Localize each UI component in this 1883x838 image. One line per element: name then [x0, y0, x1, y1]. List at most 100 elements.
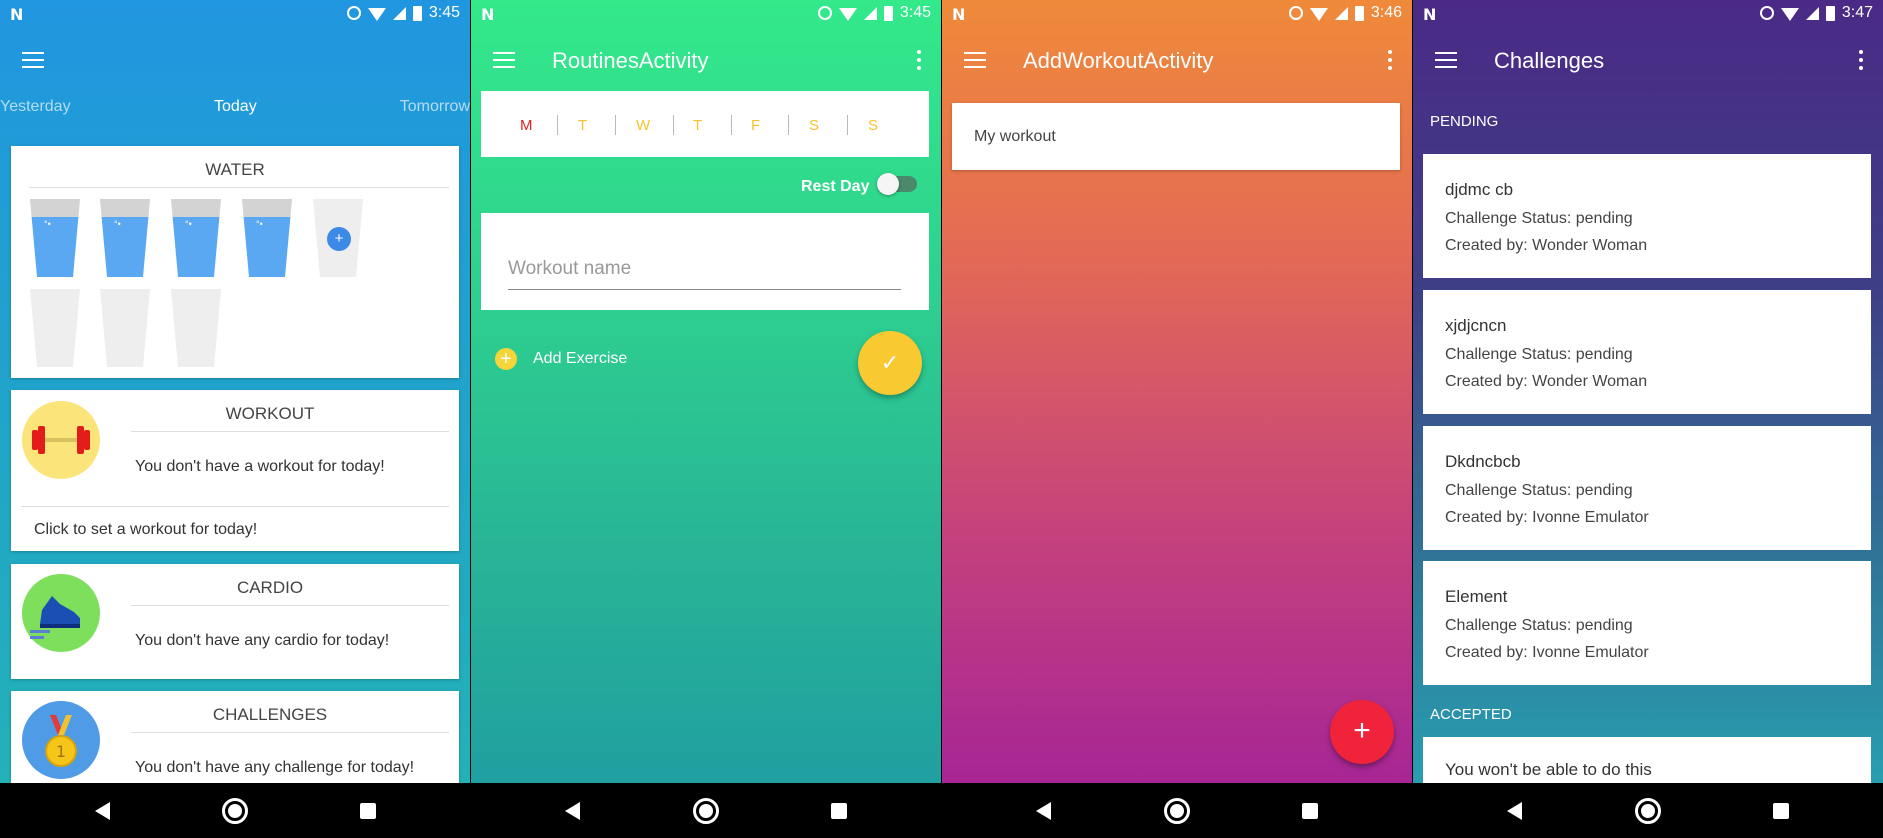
home-icon[interactable] — [693, 798, 719, 824]
divider — [131, 732, 449, 733]
menu-icon[interactable] — [1435, 52, 1457, 68]
menu-icon[interactable] — [22, 52, 44, 68]
list-item[interactable]: My workout — [952, 103, 1400, 170]
water-glass-full[interactable]: °• — [242, 199, 292, 277]
wifi-icon — [838, 7, 857, 21]
status-bar: N 3:45 — [471, 0, 941, 28]
day-tuesday[interactable]: T — [578, 117, 587, 134]
day-saturday[interactable]: S — [809, 117, 819, 134]
challenge-card[interactable]: Dkdncbcb Challenge Status: pending Creat… — [1423, 426, 1871, 550]
day-monday[interactable]: M — [520, 117, 533, 134]
svg-text:1: 1 — [56, 742, 66, 761]
workout-message: You don't have a workout for today! — [135, 458, 385, 475]
day-sunday[interactable]: S — [868, 117, 878, 134]
tab-yesterday[interactable]: Yesterday — [0, 98, 71, 116]
water-glass-empty[interactable] — [30, 289, 80, 367]
water-card: WATER °• °• °• °• + — [11, 146, 459, 378]
tab-tomorrow[interactable]: Tomorrow — [400, 98, 470, 116]
plus-icon: + — [1353, 714, 1371, 747]
challenges-card[interactable]: 1 CHALLENGES You don't have any challeng… — [11, 691, 459, 791]
challenges-message: You don't have any challenge for today! — [135, 759, 415, 776]
back-icon[interactable] — [565, 802, 580, 820]
divider — [131, 431, 449, 432]
home-icon[interactable] — [1635, 798, 1661, 824]
add-water-icon[interactable]: + — [327, 227, 351, 251]
divider — [788, 115, 789, 135]
more-vert-icon[interactable] — [917, 50, 921, 70]
home-screen: N 3:45 Yesterday Today Tomorrow WATER °•… — [0, 0, 470, 838]
alarm-icon — [346, 6, 361, 20]
more-vert-icon[interactable] — [1388, 50, 1392, 70]
challenge-status: Challenge Status: pending — [1445, 482, 1633, 499]
alarm-icon — [1759, 6, 1774, 20]
notification-icon: N — [1423, 5, 1437, 24]
app-bar: AddWorkoutActivity — [942, 28, 1412, 92]
signal-icon — [392, 6, 406, 20]
menu-icon[interactable] — [493, 52, 515, 68]
clock: 3:45 — [899, 4, 931, 21]
workout-card[interactable]: WORKOUT You don't have a workout for tod… — [11, 390, 459, 551]
cardio-card[interactable]: CARDIO You don't have any cardio for tod… — [11, 564, 459, 679]
divider — [131, 605, 449, 606]
cardio-title: CARDIO — [236, 578, 304, 597]
home-icon[interactable] — [222, 798, 248, 824]
recents-icon[interactable] — [831, 803, 847, 819]
system-nav-bar — [0, 783, 1883, 838]
challenge-name: djdmc cb — [1445, 180, 1514, 199]
challenge-card[interactable]: xjdjcncn Challenge Status: pending Creat… — [1423, 290, 1871, 414]
back-icon[interactable] — [1507, 802, 1522, 820]
water-glass-full[interactable]: °• — [30, 199, 80, 277]
add-exercise-button[interactable]: + Add Exercise — [495, 348, 627, 370]
recents-icon[interactable] — [1302, 803, 1318, 819]
divider — [21, 506, 449, 507]
water-glass-full[interactable]: °• — [100, 199, 150, 277]
signal-icon — [1334, 6, 1348, 20]
challenge-creator: Created by: Ivonne Emulator — [1445, 509, 1649, 526]
water-glass-empty[interactable] — [171, 289, 221, 367]
divider — [29, 187, 449, 188]
app-bar: Challenges — [1413, 28, 1883, 92]
accepted-header: ACCEPTED — [1430, 706, 1512, 723]
set-workout-link[interactable]: Click to set a workout for today! — [34, 521, 257, 539]
workout-name-input[interactable] — [508, 248, 901, 290]
challenge-creator: Created by: Ivonne Emulator — [1445, 644, 1649, 661]
status-bar: N 3:46 — [942, 0, 1412, 28]
signal-icon — [1805, 6, 1819, 20]
wifi-icon — [367, 7, 386, 21]
divider — [847, 115, 848, 135]
water-glass-empty[interactable] — [100, 289, 150, 367]
back-icon[interactable] — [95, 802, 110, 820]
battery-icon — [1354, 5, 1364, 21]
rest-day-label: Rest Day — [801, 178, 870, 195]
water-glass-full[interactable]: °• — [171, 199, 221, 277]
day-thursday[interactable]: T — [693, 117, 702, 134]
challenge-card[interactable]: djdmc cb Challenge Status: pending Creat… — [1423, 154, 1871, 278]
confirm-button[interactable]: ✓ — [858, 331, 922, 395]
challenge-creator: Created by: Wonder Woman — [1445, 237, 1648, 254]
day-friday[interactable]: F — [751, 117, 760, 134]
divider — [731, 115, 732, 135]
divider — [615, 115, 616, 135]
recents-icon[interactable] — [1773, 803, 1789, 819]
home-icon[interactable] — [1164, 798, 1190, 824]
recents-icon[interactable] — [360, 803, 376, 819]
rest-day-toggle[interactable] — [877, 173, 917, 195]
more-vert-icon[interactable] — [1859, 50, 1863, 70]
challenges-title: CHALLENGES — [212, 705, 328, 724]
challenge-status: Challenge Status: pending — [1445, 346, 1633, 363]
challenge-card[interactable]: Element Challenge Status: pending Create… — [1423, 561, 1871, 685]
add-workout-screen: N 3:46 AddWorkoutActivity My workout + — [942, 0, 1412, 838]
add-exercise-label: Add Exercise — [533, 350, 628, 367]
page-title: Challenges — [1494, 48, 1605, 73]
tab-today[interactable]: Today — [214, 98, 257, 116]
status-bar: N 3:47 — [1413, 0, 1883, 28]
back-icon[interactable] — [1036, 802, 1051, 820]
plus-icon: + — [495, 348, 517, 370]
menu-icon[interactable] — [964, 52, 986, 68]
notification-icon: N — [952, 5, 966, 24]
challenge-card[interactable]: You won't be able to do this — [1423, 737, 1871, 787]
day-selector: M T W T F S S — [481, 91, 929, 157]
routines-screen: N 3:45 RoutinesActivity M T W T F S S Re… — [471, 0, 941, 838]
add-workout-button[interactable]: + — [1330, 700, 1394, 764]
day-wednesday[interactable]: W — [636, 117, 650, 134]
